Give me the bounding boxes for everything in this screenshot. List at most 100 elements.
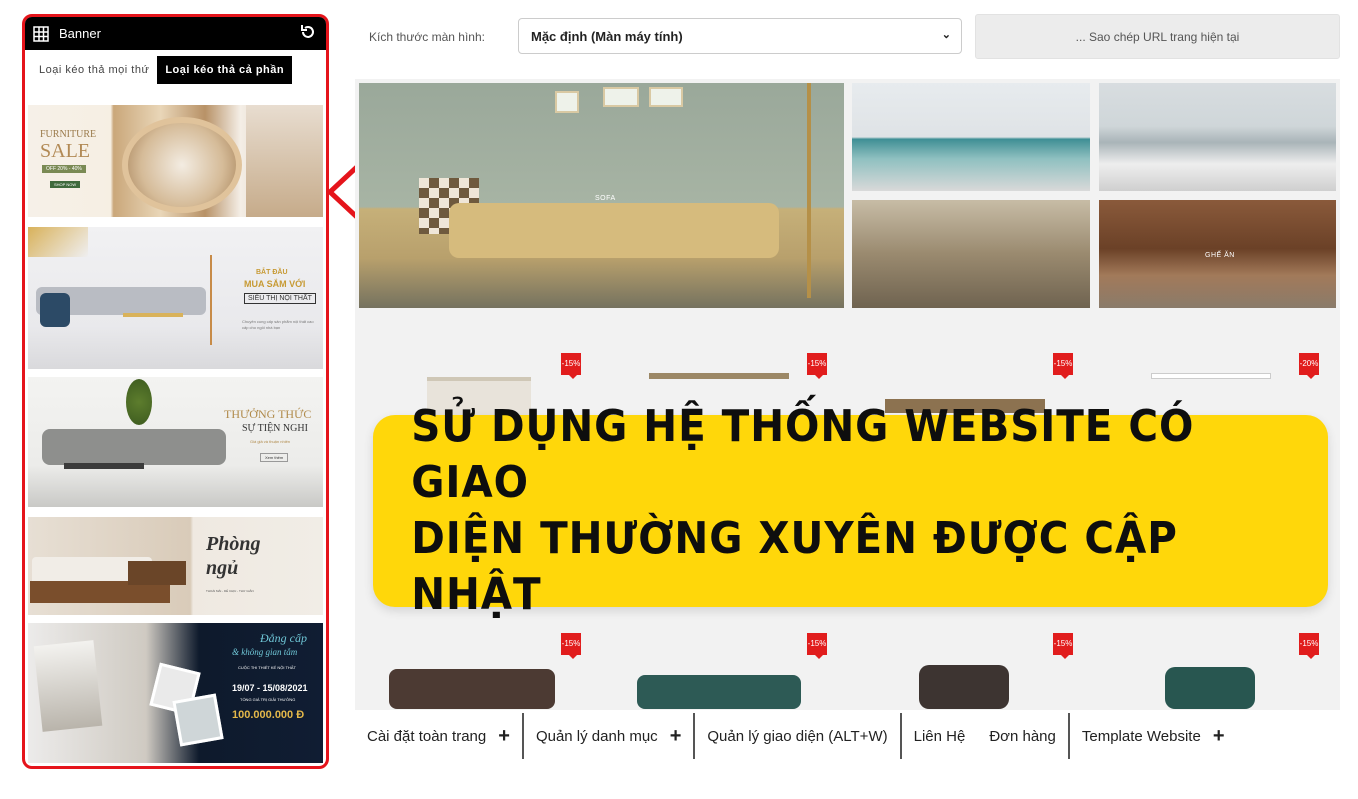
sofa-image [449, 203, 779, 258]
banner-thumb-phong-ngu[interactable]: Phòng ngủ THOẢI MÁI - DỄ CHỊU - THƯ GIÃN [28, 517, 323, 615]
banner-text: THƯỞNG THỨC [224, 407, 312, 421]
copy-url-button[interactable]: ... Sao chép URL trang hiện tại [975, 14, 1340, 59]
banner-text: ngủ [206, 557, 239, 579]
banner-text: 100.000.000 Đ [232, 709, 305, 721]
banner-text: & không gian tắm [232, 647, 298, 657]
banner-image [64, 463, 144, 469]
banner-image [40, 293, 70, 327]
banner-thumb-mua-sam[interactable]: BẮT ĐẦU MUA SẮM VỚI SIÊU THỊ NỘI THẤT Ch… [28, 227, 323, 369]
product-card[interactable]: -15% [847, 619, 1093, 710]
promo-banner: SỬ DỤNG HỆ THỐNG WEBSITE CÓ GIAO DIỆN TH… [373, 401, 1328, 620]
top-toolbar: Kích thước màn hình: Mặc định (Màn máy t… [355, 14, 1340, 62]
product-image [1151, 373, 1271, 379]
plus-icon: + [1212, 724, 1225, 747]
discount-badge: -20% [1299, 353, 1319, 379]
banner-image [33, 640, 103, 732]
banner-text: OFF 20% - 40% [42, 165, 86, 173]
banner-thumb-dang-cap[interactable]: Đẳng cấp & không gian tắm CUỘC THI THIẾT… [28, 623, 323, 763]
banner-text: SALE [40, 140, 90, 162]
discount-badge: -15% [1053, 353, 1073, 379]
panel-header: Banner [25, 17, 326, 50]
banner-text: FURNITURE [40, 129, 97, 140]
hero-armchair[interactable] [852, 200, 1090, 308]
banner-image [42, 429, 226, 465]
discount-badge: -15% [561, 353, 581, 379]
product-image [1165, 667, 1255, 709]
tab-drag-section[interactable]: Loại kéo thả cả phần [157, 56, 293, 84]
product-card[interactable]: -15% [1093, 619, 1339, 710]
hero-sofa[interactable]: SOFA [359, 83, 844, 308]
admin-bottom-bar: Cài đặt toàn trang + Quản lý danh mục + Qu… [355, 712, 1340, 760]
banner-text: Xem thêm [260, 453, 289, 462]
banner-text: Chuyên cung cấp sản phẩm nội thất cao cấ… [242, 319, 314, 330]
product-card[interactable]: -15% [601, 619, 847, 710]
discount-badge: -15% [1299, 633, 1319, 659]
menu-template-website[interactable]: Template Website + [1070, 713, 1237, 759]
banner-text: SIÊU THỊ NỘI THẤT [244, 293, 316, 304]
banner-image [246, 105, 323, 217]
banner-text: TỔNG GIÁ TRỊ GIẢI THƯỞNG [240, 697, 296, 702]
banner-text: SHOP NOW [50, 181, 81, 188]
product-image [389, 669, 555, 709]
menu-label: Liên Hệ [913, 727, 966, 745]
banner-image [172, 693, 224, 747]
banner-image [126, 379, 152, 425]
discount-badge: -15% [561, 633, 581, 659]
banner-text: SỰ TIỆN NGHI [242, 423, 308, 434]
menu-category-manager[interactable]: Quản lý danh mục + [524, 713, 696, 759]
banner-image [122, 117, 242, 213]
grid-icon[interactable] [33, 25, 49, 42]
menu-contact[interactable]: Liên Hệ [902, 713, 978, 759]
hero-label-dining-chair: GHẾ ĂN [1205, 252, 1235, 259]
banner-image [128, 561, 186, 585]
plus-icon: + [498, 724, 510, 747]
banner-text: Đẳng cấp [260, 631, 307, 645]
banner-image [210, 255, 236, 345]
hero-label-sofa: SOFA [595, 195, 616, 202]
product-image [649, 373, 789, 379]
panel-title: Banner [59, 26, 101, 41]
promo-line-1: SỬ DỤNG HỆ THỐNG WEBSITE CÓ GIAO [411, 401, 1195, 508]
menu-label: Template Website [1081, 727, 1201, 745]
menu-label: Quản lý danh mục [535, 727, 658, 745]
banner-text: Phòng [206, 533, 261, 555]
hero-bedroom[interactable] [1099, 83, 1336, 191]
banner-decor [28, 227, 88, 257]
banner-text: Giá giả và thuận nhiên [250, 439, 291, 444]
menu-page-settings[interactable]: Cài đặt toàn trang + [355, 713, 524, 759]
product-image [637, 675, 801, 709]
lamp-image [807, 83, 811, 298]
frame-image [603, 87, 639, 107]
banner-text: 19/07 - 15/08/2021 [232, 683, 308, 693]
banner-text: CUỘC THI THIẾT KẾ NỘI THẤT [238, 665, 296, 670]
banner-panel: Banner Loại kéo thả mọi thứ Loại kéo thả… [22, 14, 329, 769]
banner-thumb-thuong-thuc[interactable]: THƯỞNG THỨC SỰ TIỆN NGHI Giá giả và thuậ… [28, 377, 323, 507]
hero-dining[interactable] [852, 83, 1090, 191]
banner-text: BẮT ĐẦU [256, 269, 288, 276]
discount-badge: -15% [1053, 633, 1073, 659]
hero-dining-chair[interactable]: GHẾ ĂN [1099, 200, 1336, 308]
product-row: -15% -15% -15% -15% [355, 619, 1340, 710]
banner-thumb-furniture-sale[interactable]: FURNITURE SALE OFF 20% - 40% SHOP NOW [28, 105, 323, 217]
menu-theme-manager[interactable]: Quản lý giao diện (ALT+W) [695, 713, 902, 759]
promo-line-2: DIỆN THƯỜNG XUYÊN ĐƯỢC CẬP NHẬT [411, 513, 1178, 620]
screen-size-select[interactable]: Mặc định (Màn máy tính) ⌄ [518, 18, 962, 54]
discount-badge: -15% [807, 353, 827, 379]
menu-label: Đơn hàng [989, 727, 1056, 745]
frame-image [649, 87, 683, 107]
reset-icon[interactable] [300, 24, 316, 43]
product-card[interactable]: -15% [355, 619, 601, 710]
screen-size-value: Mặc định (Màn máy tính) [531, 29, 683, 44]
menu-orders[interactable]: Đơn hàng [977, 713, 1070, 759]
tab-drag-all[interactable]: Loại kéo thả mọi thứ [31, 56, 157, 84]
screen-size-label: Kích thước màn hình: [369, 30, 485, 44]
panel-tabs: Loại kéo thả mọi thứ Loại kéo thả cả phầ… [25, 56, 326, 84]
banner-text: MUA SẮM VỚI [244, 279, 306, 289]
menu-label: Quản lý giao diện (ALT+W) [707, 727, 888, 745]
plus-icon: + [669, 724, 682, 747]
banner-image [123, 313, 183, 317]
frame-image [555, 91, 579, 113]
banner-text: THOẢI MÁI - DỄ CHỊU - THƯ GIÃN [206, 589, 254, 593]
discount-badge: -15% [807, 633, 827, 659]
menu-label: Cài đặt toàn trang [367, 727, 487, 745]
